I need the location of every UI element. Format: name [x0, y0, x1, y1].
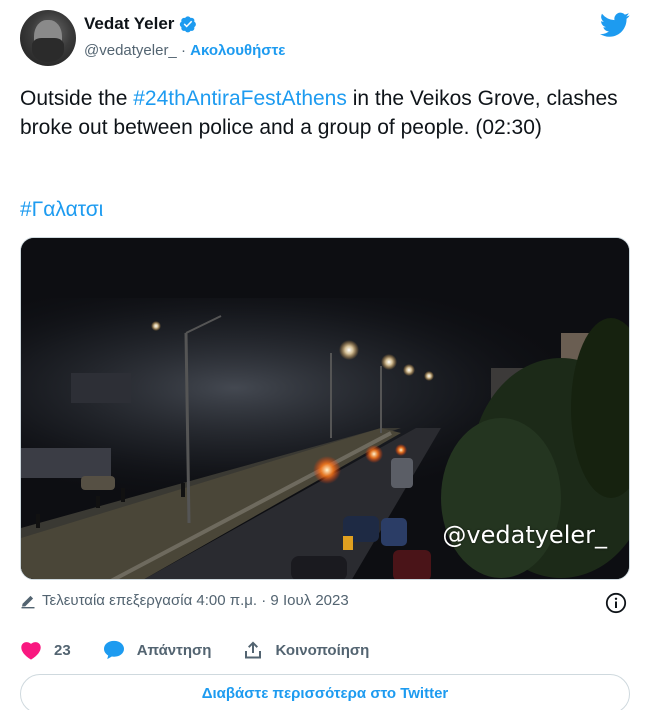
- tweet-text: Outside the #24thAntiraFestAthens in the…: [20, 84, 630, 142]
- edited-notice: Τελευταία επεξεργασία 4:00 π.μ. · 9 Ιουλ…: [20, 592, 349, 609]
- share-button[interactable]: Κοινοποίηση: [243, 640, 369, 660]
- hashtag-link[interactable]: #24thAntiraFestAthens: [133, 87, 347, 110]
- verified-badge-icon: [179, 16, 196, 33]
- follow-link[interactable]: Ακολουθήστε: [190, 42, 285, 59]
- action-bar: 23 Απάντηση Κοινοποίηση: [20, 638, 401, 662]
- avatar-beard: [32, 38, 64, 62]
- read-more-button[interactable]: Διαβάστε περισσότερα στο Twitter: [20, 674, 630, 710]
- tweet-video[interactable]: @vedatyeler_: [20, 237, 630, 580]
- share-upload-icon: [245, 641, 262, 659]
- like-count: 23: [54, 641, 71, 659]
- tag-link[interactable]: #Γαλατσι: [20, 198, 103, 222]
- avatar[interactable]: [20, 10, 76, 66]
- reply-bubble-icon: [103, 640, 124, 660]
- handle-separator: ·: [180, 42, 186, 59]
- video-watermark: @vedatyeler_: [442, 521, 607, 549]
- tweet-text-start: Outside the: [20, 87, 134, 110]
- author-handle[interactable]: @vedatyeler_: [84, 42, 177, 59]
- author-name[interactable]: Vedat Yeler: [84, 14, 174, 34]
- embedded-tweet: Vedat Yeler @vedatyeler_ · Ακολουθήστε O…: [0, 0, 650, 710]
- twitter-bird-icon[interactable]: [600, 12, 630, 38]
- reply-button[interactable]: Απάντηση: [103, 640, 212, 660]
- pencil-icon: [21, 595, 35, 608]
- reply-label: Απάντηση: [136, 641, 212, 659]
- edited-text[interactable]: Τελευταία επεξεργασία 4:00 π.μ. · 9 Ιουλ…: [42, 592, 349, 609]
- heart-icon: [21, 642, 41, 660]
- like-button[interactable]: 23: [20, 640, 71, 660]
- info-icon[interactable]: [605, 592, 627, 614]
- handle-row: @vedatyeler_ · Ακολουθήστε: [84, 42, 285, 59]
- share-label: Κοινοποίηση: [275, 641, 370, 659]
